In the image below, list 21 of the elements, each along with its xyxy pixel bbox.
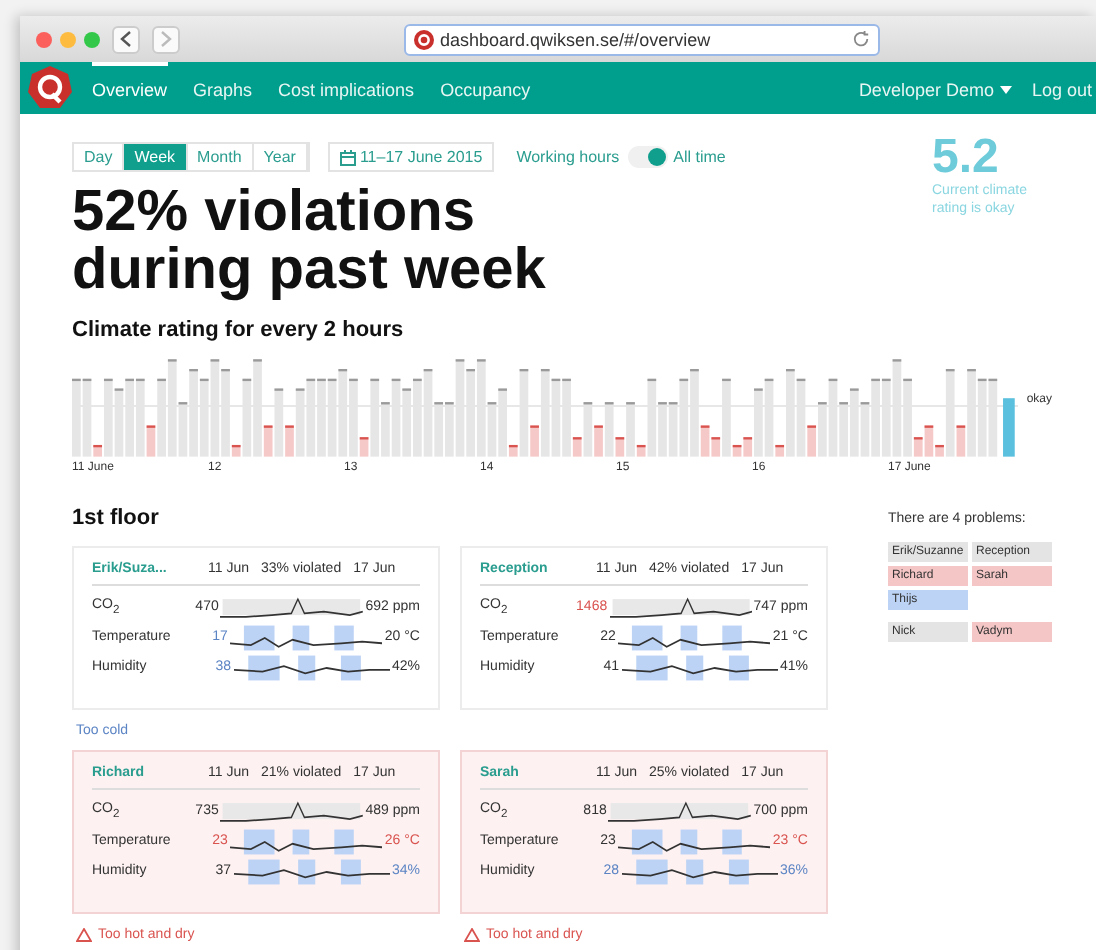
- caret-icon: [999, 86, 1012, 94]
- toggle-switch[interactable]: [627, 146, 668, 168]
- address-bar[interactable]: dashboard.qwiksen.se/#/overview: [404, 23, 880, 55]
- reload-icon[interactable]: [852, 30, 870, 48]
- chevron-left-icon: [120, 30, 132, 48]
- back-button[interactable]: [112, 25, 140, 53]
- current-rating-bar: [1003, 398, 1015, 457]
- section-title: 1st floor: [72, 506, 161, 530]
- close-window-icon[interactable]: [36, 31, 52, 47]
- calendar-icon: [339, 149, 356, 165]
- toggle-label: All time: [673, 148, 726, 166]
- chevron-right-icon: [160, 30, 172, 48]
- logo-icon[interactable]: [28, 66, 72, 110]
- toggle-label: Working hours: [516, 148, 620, 166]
- site-logo-icon: [414, 29, 434, 49]
- rating-value: 5.2: [932, 134, 999, 182]
- headline: 52% violations during past week: [72, 184, 548, 300]
- url-text: dashboard.qwiksen.se/#/overview: [440, 29, 713, 49]
- maximize-window-icon[interactable]: [84, 31, 100, 47]
- chart-title: Climate rating for every 2 hours: [72, 318, 406, 342]
- forward-button[interactable]: [152, 25, 180, 53]
